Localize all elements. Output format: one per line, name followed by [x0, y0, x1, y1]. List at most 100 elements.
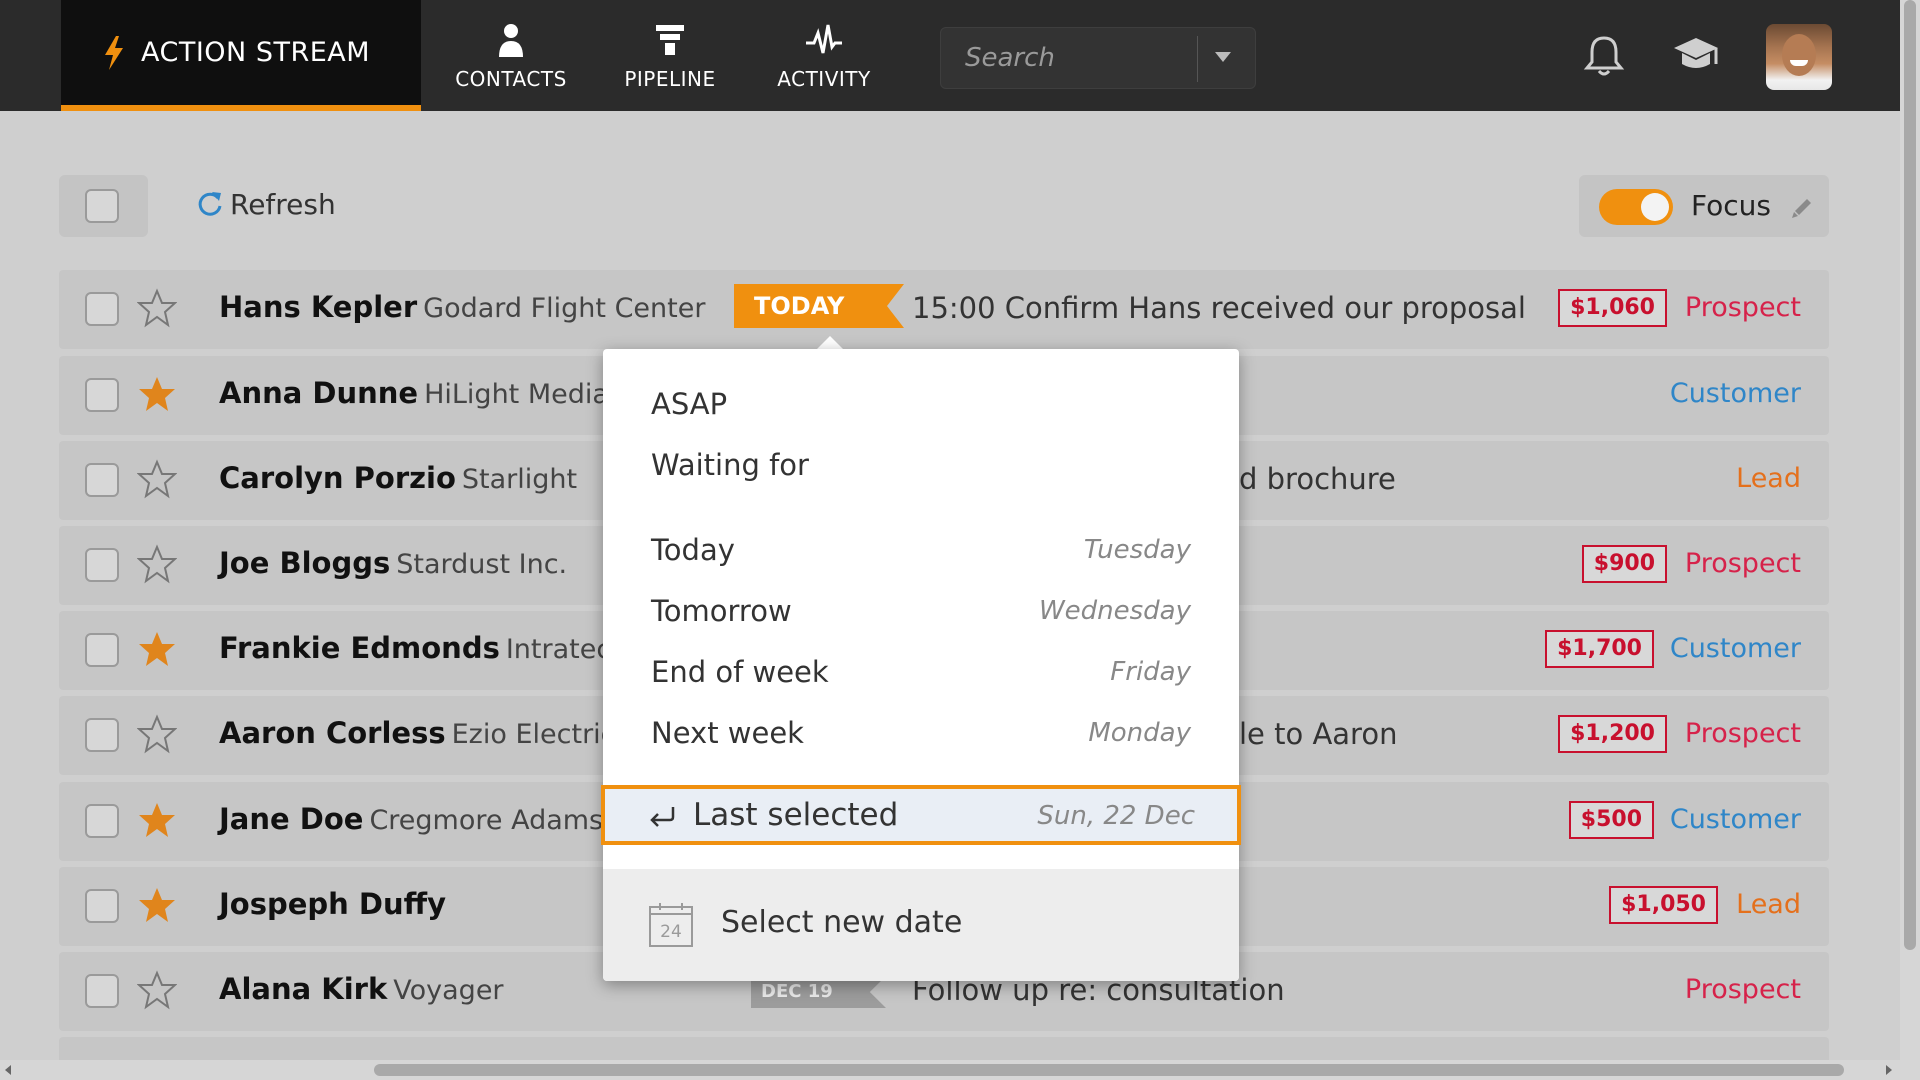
row-checkbox[interactable] — [85, 718, 119, 752]
focus-toggle[interactable] — [1599, 189, 1673, 225]
menu-item-label: Tomorrow — [651, 594, 792, 628]
contact-name[interactable]: Aaron Corless Ezio Electrics — [219, 716, 630, 750]
star-filled-icon[interactable] — [137, 885, 177, 925]
contact-name[interactable]: Anna Dunne HiLight Media — [219, 376, 609, 410]
status-label: Lead — [1736, 889, 1801, 920]
star-filled-icon[interactable] — [137, 374, 177, 414]
lightning-icon — [105, 35, 123, 70]
select-all-container — [59, 175, 148, 237]
star-outline-icon[interactable] — [137, 288, 177, 328]
refresh-icon — [198, 192, 222, 216]
menu-item-next-week[interactable]: Next week Monday — [651, 708, 1191, 758]
pulse-icon — [806, 24, 842, 53]
bell-icon[interactable] — [1578, 30, 1630, 82]
menu-item-label: End of week — [651, 655, 829, 689]
row-checkbox[interactable] — [85, 463, 119, 497]
horizontal-scrollbar[interactable] — [0, 1060, 1900, 1080]
company-name: Godard Flight Center — [423, 293, 706, 324]
menu-item-label: Waiting for — [651, 448, 809, 482]
company-name: Stardust Inc. — [396, 549, 568, 580]
refresh-label: Refresh — [230, 187, 336, 221]
star-outline-icon[interactable] — [137, 970, 177, 1010]
contact-name-text: Jane Doe — [219, 802, 364, 836]
scroll-right-icon[interactable] — [1886, 1065, 1892, 1075]
horizontal-scroll-thumb[interactable] — [374, 1064, 1844, 1076]
nav-action-stream[interactable]: ACTION STREAM — [61, 0, 421, 111]
status-label: Lead — [1736, 463, 1801, 494]
top-navbar: ACTION STREAM CONTACTS PIPELINE ACTIVITY — [0, 0, 1900, 111]
select-all-checkbox[interactable] — [85, 189, 119, 223]
select-new-date-button[interactable]: 24 Select new date — [603, 869, 1239, 981]
table-row[interactable]: Hans Kepler Godard Flight Center TODAY 15… — [59, 270, 1829, 349]
calendar-day: 24 — [660, 922, 682, 942]
contact-name-text: Anna Dunne — [219, 376, 419, 410]
status-label: Prospect — [1684, 974, 1801, 1005]
user-avatar[interactable] — [1766, 24, 1832, 90]
amount-badge: $500 — [1568, 801, 1654, 839]
menu-item-hint: Wednesday — [1038, 596, 1191, 626]
due-date-popover: ASAP Waiting for Today Tuesday Tomorrow … — [601, 349, 1241, 981]
row-checkbox[interactable] — [85, 292, 119, 326]
row-checkbox[interactable] — [85, 548, 119, 582]
row-checkbox[interactable] — [85, 889, 119, 923]
menu-item-hint: Tuesday — [1083, 535, 1191, 565]
avatar-face — [1782, 34, 1816, 76]
nav-contacts[interactable]: CONTACTS — [431, 0, 591, 111]
contact-name-text: Frankie Edmonds — [219, 631, 500, 665]
task-text[interactable]: d brochure — [1239, 462, 1396, 496]
nav-pipeline[interactable]: PIPELINE — [590, 0, 750, 111]
task-text[interactable]: le to Aaron — [1239, 717, 1397, 751]
select-new-date-label: Select new date — [721, 905, 963, 940]
contact-name[interactable]: Carolyn Porzio Starlight — [219, 461, 577, 495]
contact-name[interactable]: Jane Doe Cregmore Adams Inc — [219, 802, 652, 836]
graduation-cap-icon[interactable] — [1670, 30, 1722, 82]
menu-item-tomorrow[interactable]: Tomorrow Wednesday — [651, 586, 1191, 636]
menu-item-hint: Monday — [1088, 718, 1191, 748]
star-filled-icon[interactable] — [137, 629, 177, 669]
scroll-left-icon[interactable] — [5, 1065, 11, 1075]
menu-item-end-of-week[interactable]: End of week Friday — [651, 647, 1191, 697]
vertical-scrollbar[interactable] — [1900, 0, 1920, 1080]
due-tag[interactable]: TODAY — [734, 284, 904, 328]
star-outline-icon[interactable] — [137, 459, 177, 499]
refresh-button[interactable]: Refresh — [196, 184, 336, 224]
search-box — [940, 27, 1256, 89]
contact-name[interactable]: Hans Kepler Godard Flight Center — [219, 290, 705, 324]
row-checkbox[interactable] — [85, 378, 119, 412]
contact-name[interactable]: Joe Bloggs Stardust Inc. — [219, 546, 567, 580]
row-checkbox[interactable] — [85, 804, 119, 838]
contact-name-text: Joe Bloggs — [219, 546, 391, 580]
contact-name[interactable]: Alana Kirk Voyager — [219, 972, 504, 1006]
task-text[interactable]: 15:00 Confirm Hans received our proposal — [912, 291, 1526, 325]
pencil-icon[interactable] — [1789, 193, 1817, 221]
star-filled-icon[interactable] — [137, 800, 177, 840]
vertical-scroll-thumb[interactable] — [1904, 0, 1916, 950]
menu-item-waiting-for[interactable]: Waiting for — [651, 440, 1191, 490]
menu-item-label: Next week — [651, 716, 804, 750]
row-checkbox[interactable] — [85, 633, 119, 667]
amount-badge: $1,200 — [1558, 715, 1667, 753]
calendar-icon: 24 — [649, 903, 693, 947]
nav-activity-label: ACTIVITY — [777, 66, 871, 91]
amount-badge: $900 — [1581, 545, 1667, 583]
focus-toggle-knob — [1641, 193, 1669, 221]
contact-name[interactable]: Jospeph Duffy — [219, 887, 452, 921]
star-outline-icon[interactable] — [137, 714, 177, 754]
focus-label: Focus — [1691, 189, 1771, 222]
status-label: Customer — [1669, 378, 1801, 409]
contact-name-text: Aaron Corless — [219, 716, 446, 750]
menu-item-asap[interactable]: ASAP — [651, 379, 1191, 429]
amount-badge: $1,050 — [1609, 886, 1718, 924]
amount-badge: $1,700 — [1545, 630, 1654, 668]
search-dropdown-icon[interactable] — [1215, 52, 1231, 62]
nav-activity[interactable]: ACTIVITY — [744, 0, 904, 111]
search-input[interactable] — [941, 28, 1197, 88]
menu-item-today[interactable]: Today Tuesday — [651, 525, 1191, 575]
nav-contacts-label: CONTACTS — [455, 66, 567, 91]
brand-label: ACTION STREAM — [141, 37, 371, 68]
menu-item-hint: Friday — [1110, 657, 1191, 687]
contact-name[interactable]: Frankie Edmonds Intratech — [219, 631, 628, 665]
star-outline-icon[interactable] — [137, 544, 177, 584]
menu-item-last-selected[interactable]: Last selected Sun, 22 Dec — [601, 785, 1241, 845]
row-checkbox[interactable] — [85, 974, 119, 1008]
